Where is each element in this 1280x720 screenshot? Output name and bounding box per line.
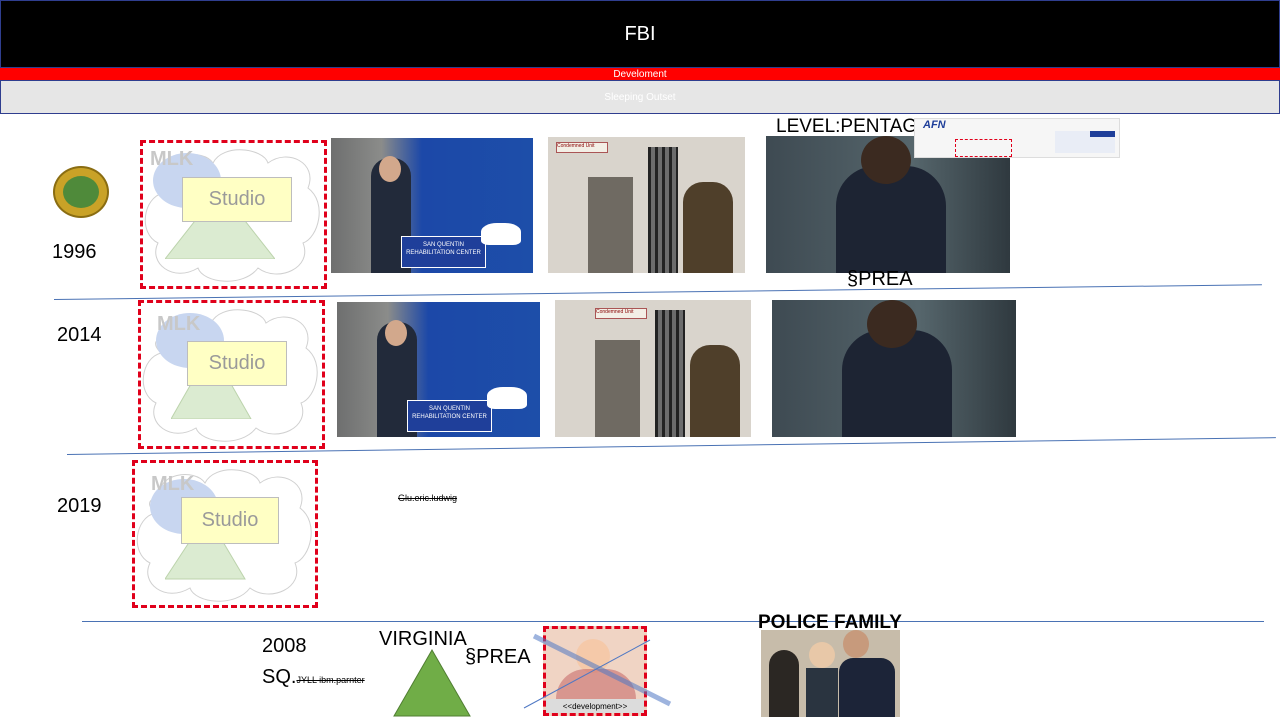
year-label-1996: 1996	[52, 241, 97, 263]
banner-bar: Sleeping Outset	[0, 80, 1280, 114]
separator-line	[82, 621, 1264, 622]
year-label-2014: 2014	[57, 324, 102, 346]
cell-door-photo: Condemned Unit	[555, 300, 751, 437]
studio-box: Studio	[187, 341, 287, 386]
mlk-label: MLK	[151, 473, 195, 495]
author-label: Glu.eric.ludwig	[398, 493, 458, 503]
podium-photo: SAN QUENTIN REHABILITATION CENTER	[331, 138, 533, 273]
mlk-label: MLK	[150, 148, 194, 170]
mlk-diagram-2014: MLK Studio	[138, 300, 325, 449]
subtitle-bar: Develoment	[0, 68, 1280, 80]
police-family-photo	[761, 630, 900, 717]
door-sign: Condemned Unit	[595, 308, 647, 319]
subtitle-text: Develoment	[613, 68, 667, 80]
door-sign: Condemned Unit	[556, 142, 608, 153]
afn-strip: AFN	[914, 118, 1120, 158]
studio-box: Studio	[182, 177, 292, 222]
mlk-label: MLK	[157, 313, 201, 335]
jyll-text: JYLL ibm.parnter	[296, 675, 365, 685]
cell-door-photo: Condemned Unit	[548, 137, 745, 273]
studio-box: Studio	[181, 497, 279, 544]
mlk-diagram-2019: MLK Studio	[132, 460, 318, 608]
virginia-label: VIRGINIA	[379, 628, 467, 650]
prea-label-top: §PREA	[847, 268, 913, 290]
sq-label: SQ.JYLL ibm.parnter	[262, 666, 365, 689]
afn-logo: AFN	[923, 119, 946, 131]
page-title: FBI	[624, 22, 656, 45]
level-label: LEVEL:PENTAG	[776, 116, 918, 137]
title-bar: FBI	[0, 0, 1280, 68]
state-seal-icon	[53, 166, 109, 218]
prea-label-bottom: §PREA	[465, 646, 531, 668]
cross-lines	[523, 633, 672, 709]
banner-text: Sleeping Outset	[604, 91, 676, 103]
year-label-2019: 2019	[57, 495, 102, 517]
officer-photo	[772, 300, 1016, 437]
podium-sign: SAN QUENTIN REHABILITATION CENTER	[407, 400, 492, 432]
sq-text: SQ.	[262, 666, 297, 688]
podium-photo: SAN QUENTIN REHABILITATION CENTER	[337, 302, 540, 437]
mlk-diagram-1996: MLK Studio	[140, 140, 327, 289]
green-triangle	[393, 649, 471, 717]
podium-sign: SAN QUENTIN REHABILITATION CENTER	[401, 236, 486, 268]
year-2008-label: 2008	[262, 635, 307, 657]
